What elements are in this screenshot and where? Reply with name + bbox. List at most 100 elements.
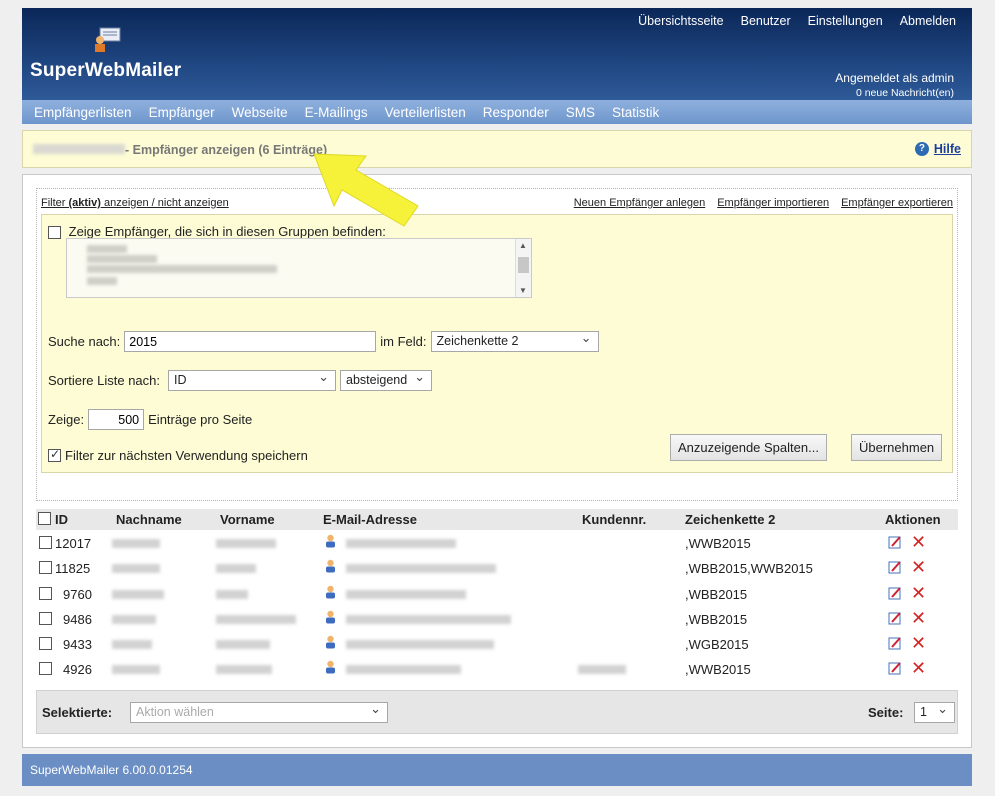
col-email[interactable]: E-Mail-Adresse — [323, 512, 417, 527]
scroll-up-icon[interactable]: ▲ — [519, 241, 527, 250]
edit-icon[interactable] — [888, 560, 902, 574]
row-checkbox[interactable] — [39, 561, 52, 575]
row-checkbox[interactable] — [39, 637, 52, 651]
col-actions: Aktionen — [885, 512, 941, 527]
top-navigation: Übersichtsseite Benutzer Einstellungen A… — [638, 14, 956, 28]
row-id: 9486 — [63, 611, 92, 627]
nav-distribution-lists[interactable]: Verteilerlisten — [385, 105, 466, 120]
row-string2: ,WBB2015 — [685, 586, 748, 602]
row-id: 4926 — [63, 662, 92, 678]
table-row: 9760 ,WBB2015 ✕ — [36, 581, 958, 606]
apply-button[interactable]: Übernehmen — [851, 434, 943, 461]
person-icon — [326, 534, 335, 548]
edit-icon[interactable] — [888, 535, 902, 549]
col-lastname[interactable]: Nachname — [116, 512, 182, 527]
col-id[interactable]: ID — [55, 512, 68, 527]
table-row: 4926 ,WWB2015 ✕ — [36, 656, 958, 681]
groups-scrollbar[interactable]: ▲ ▼ — [515, 239, 531, 297]
row-string2: ,WBB2015 — [685, 611, 748, 627]
delete-icon[interactable]: ✕ — [911, 533, 927, 551]
new-recipient-link[interactable]: Neuen Empfänger anlegen — [574, 197, 705, 209]
row-id: 9760 — [63, 586, 92, 602]
col-customer-number[interactable]: Kundennr. — [582, 512, 646, 527]
field-select[interactable]: Zeichenkette 2 — [430, 330, 599, 352]
recipients-table: ID Nachname Vorname E-Mail-Adresse Kunde… — [36, 509, 958, 682]
edit-icon[interactable] — [888, 636, 902, 650]
table-row: 9486 ,WBB2015 ✕ — [36, 606, 958, 631]
nav-responder[interactable]: Responder — [483, 105, 549, 120]
person-icon — [326, 610, 335, 624]
columns-button[interactable]: Anzuzeigende Spalten... — [670, 434, 827, 461]
link-logout[interactable]: Abmelden — [900, 14, 956, 28]
filter-toggle-link[interactable]: Filter (aktiv) anzeigen / nicht anzeigen — [41, 197, 229, 209]
groups-listbox[interactable]: ▲ ▼ — [66, 238, 532, 298]
login-info: Angemeldet als admin 0 neue Nachricht(en… — [835, 71, 954, 101]
entries-per-page-label: Einträge pro Seite — [148, 412, 253, 427]
edit-icon[interactable] — [888, 661, 902, 675]
app-header: SuperWebMailer Übersichtsseite Benutzer … — [22, 8, 972, 100]
version-text: SuperWebMailer 6.00.0.01254 — [30, 763, 193, 777]
nav-sms[interactable]: SMS — [566, 105, 595, 120]
person-icon — [326, 661, 335, 674]
filter-form: Zeige Empfänger, die sich in diesen Grup… — [41, 214, 953, 473]
help-link[interactable]: Hilfe — [934, 142, 961, 156]
app-name: SuperWebMailer — [30, 60, 182, 81]
nav-statistics[interactable]: Statistik — [612, 105, 659, 120]
main-content: Filter (aktiv) anzeigen / nicht anzeigen… — [22, 174, 972, 748]
annotation-arrow — [313, 153, 419, 227]
link-overview[interactable]: Übersichtsseite — [638, 14, 723, 28]
sort-label: Sortiere Liste nach: — [48, 373, 161, 388]
help-link-group[interactable]: ? Hilfe — [914, 142, 961, 156]
row-checkbox[interactable] — [39, 611, 52, 625]
select-all-checkbox[interactable] — [38, 512, 51, 525]
delete-icon[interactable]: ✕ — [911, 584, 927, 602]
sort-direction-select[interactable]: absteigend — [340, 369, 433, 391]
table-row: 12017 ,WWB2015 ✕ — [36, 530, 958, 555]
groups-checkbox[interactable] — [48, 226, 61, 240]
row-checkbox[interactable] — [39, 536, 52, 549]
delete-icon[interactable]: ✕ — [911, 609, 927, 627]
main-navigation: Empfängerlisten Empfänger Webseite E-Mai… — [22, 100, 972, 124]
filter-panel: Filter (aktiv) anzeigen / nicht anzeigen… — [36, 188, 958, 501]
nav-emailings[interactable]: E-Mailings — [305, 105, 368, 120]
page-title-bar: - Empfänger anzeigen (6 Einträge) ? Hilf… — [22, 130, 972, 168]
save-filter-label: Filter zur nächsten Verwendung speichern — [65, 448, 308, 463]
entries-per-page-input[interactable] — [88, 409, 145, 430]
row-id: 11825 — [55, 561, 91, 577]
nav-recipient-lists[interactable]: Empfängerlisten — [34, 105, 132, 120]
edit-icon[interactable] — [888, 586, 902, 600]
search-label: Suche nach: — [48, 334, 121, 349]
app-logo-icon — [95, 27, 121, 52]
row-checkbox[interactable] — [39, 586, 52, 600]
messages-text[interactable]: 0 neue Nachricht(en) — [835, 86, 954, 101]
row-id: 9433 — [63, 637, 92, 653]
search-input[interactable] — [124, 331, 377, 352]
row-checkbox[interactable] — [39, 662, 52, 676]
bulk-action-bar: Selektierte: Aktion wählen Seite: 1 — [36, 690, 958, 734]
link-users[interactable]: Benutzer — [741, 14, 791, 28]
list-name-redacted — [33, 144, 125, 154]
save-filter-checkbox[interactable] — [48, 447, 61, 462]
import-recipients-link[interactable]: Empfänger importieren — [717, 197, 829, 209]
row-id: 12017 — [55, 536, 92, 551]
person-icon — [326, 585, 335, 599]
page-select[interactable]: 1 — [914, 701, 955, 723]
scroll-down-icon[interactable]: ▼ — [519, 286, 527, 295]
export-recipients-link[interactable]: Empfänger exportieren — [841, 197, 953, 209]
delete-icon[interactable]: ✕ — [911, 659, 927, 677]
sort-field-select[interactable]: ID — [168, 369, 337, 391]
nav-recipients[interactable]: Empfänger — [149, 105, 215, 120]
link-settings[interactable]: Einstellungen — [808, 14, 883, 28]
page-footer: SuperWebMailer 6.00.0.01254 — [22, 754, 972, 786]
nav-website[interactable]: Webseite — [232, 105, 288, 120]
col-string2[interactable]: Zeichenkette 2 — [685, 512, 775, 527]
bulk-action-select[interactable]: Aktion wählen — [130, 701, 388, 723]
edit-icon[interactable] — [888, 611, 902, 625]
help-icon[interactable]: ? — [914, 142, 929, 156]
app-window: SuperWebMailer Übersichtsseite Benutzer … — [22, 8, 972, 786]
row-string2: ,WWB2015 — [685, 536, 751, 551]
col-firstname[interactable]: Vorname — [220, 512, 275, 527]
delete-icon[interactable]: ✕ — [911, 558, 927, 576]
delete-icon[interactable]: ✕ — [911, 634, 927, 652]
row-string2: ,WBB2015,WWB2015 — [685, 561, 813, 577]
